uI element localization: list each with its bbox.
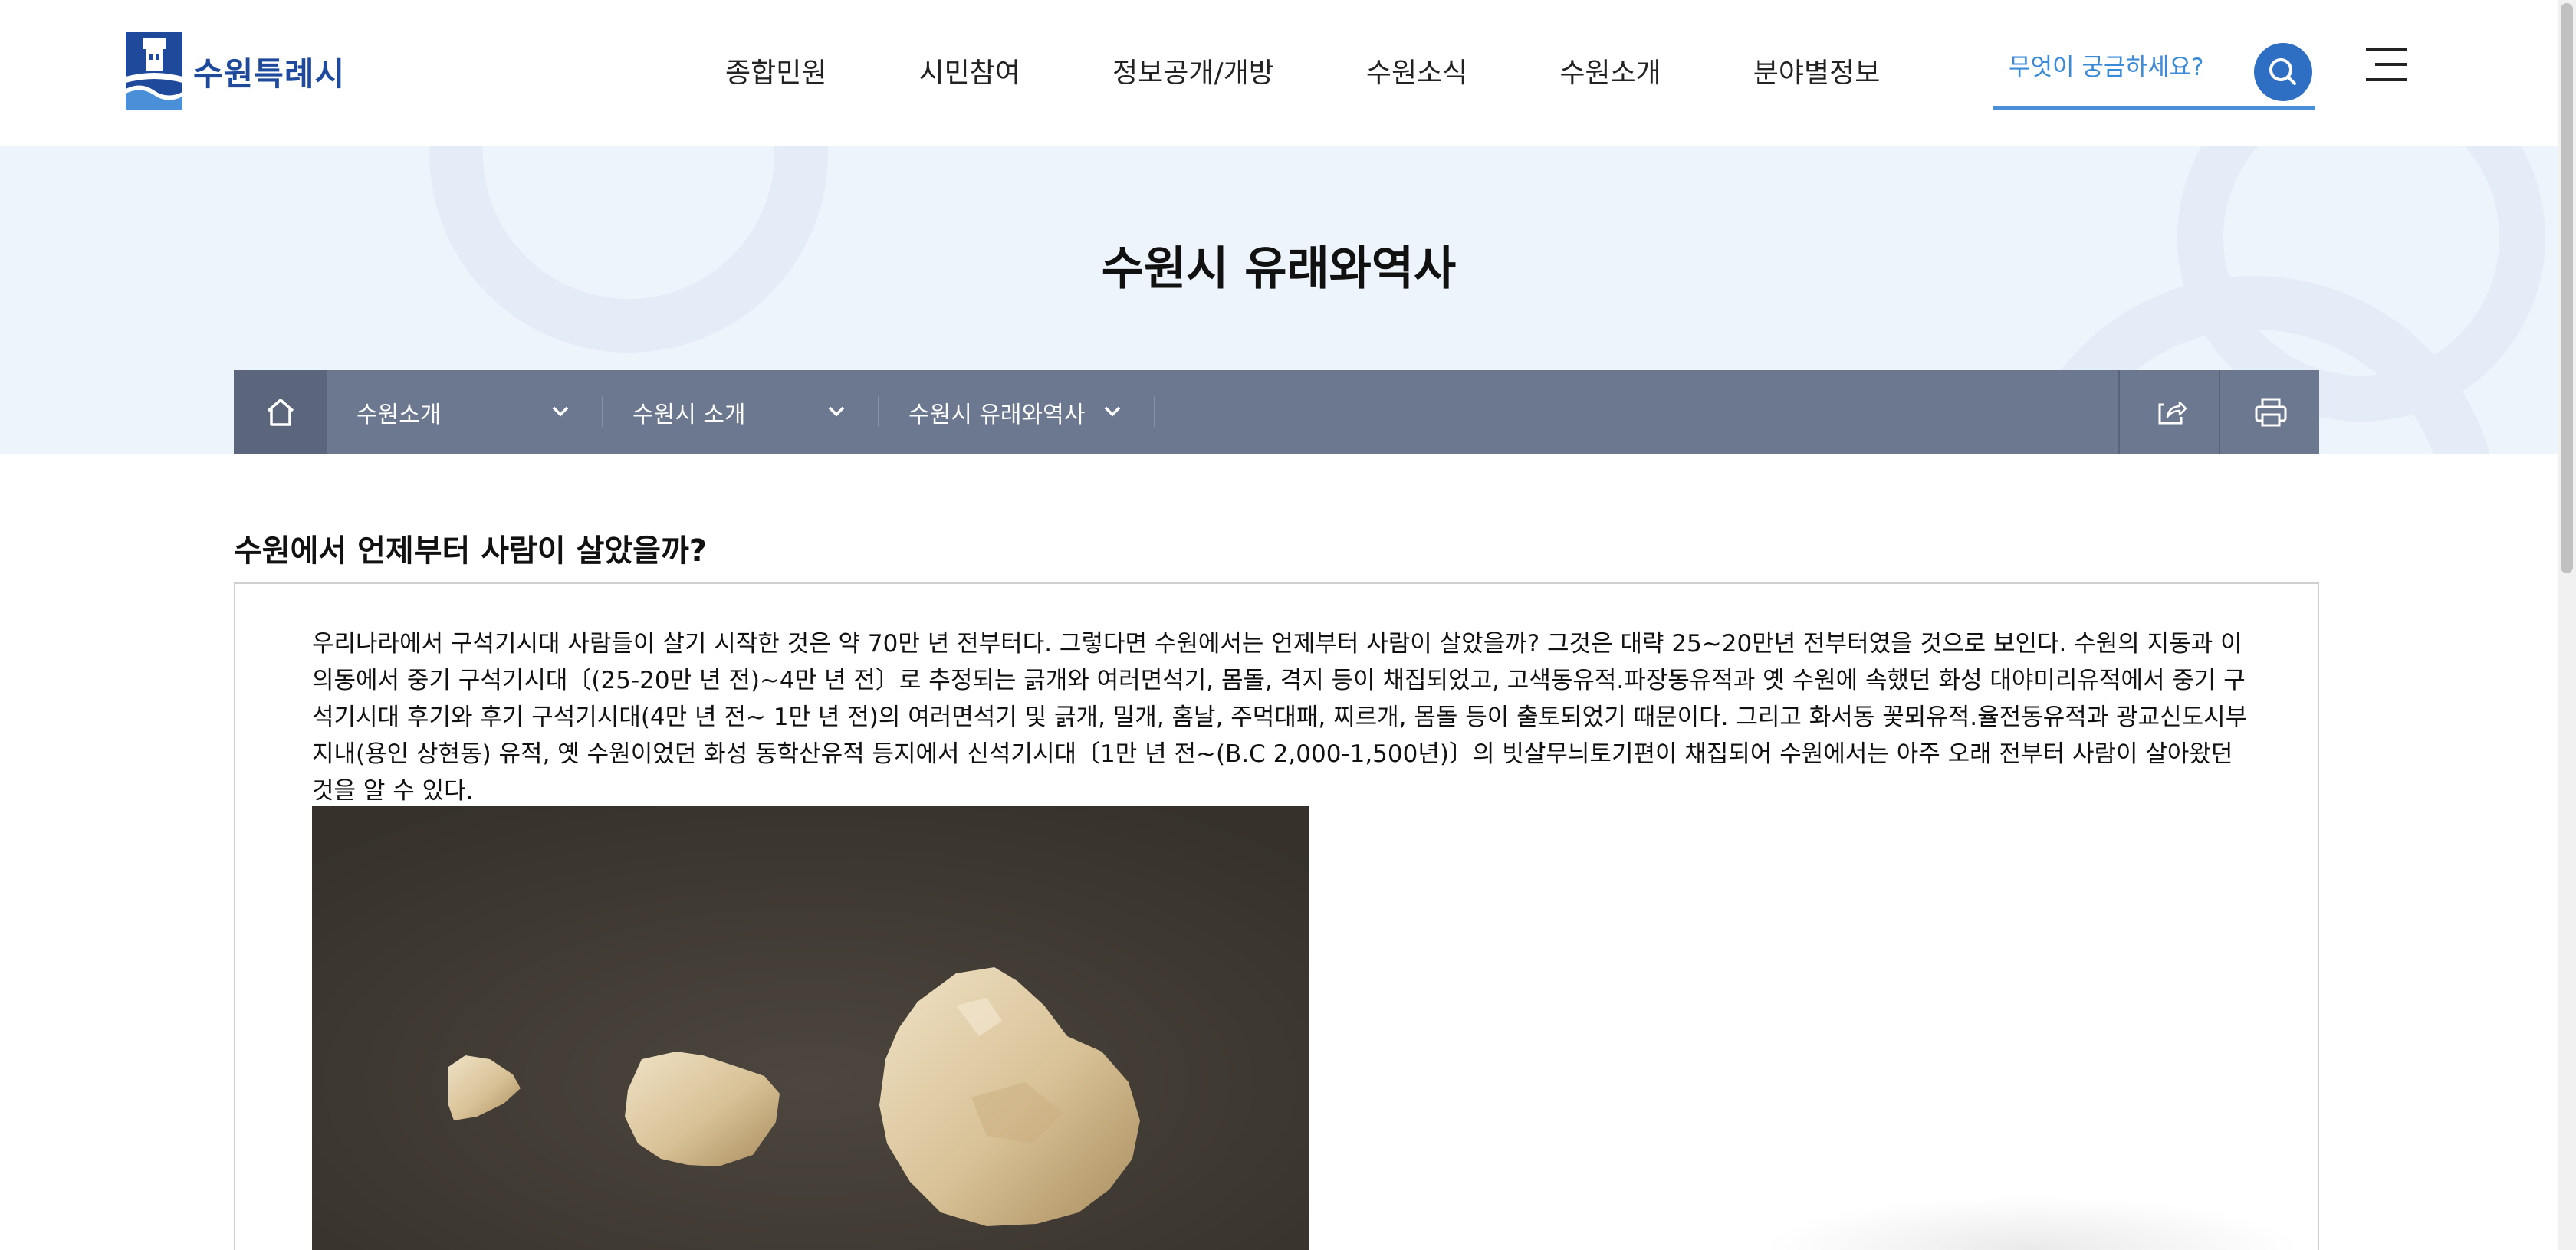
page-scrollbar[interactable]	[2558, 0, 2576, 1250]
page-title: 수원시 유래와역사	[1101, 242, 1457, 296]
search-icon	[2269, 58, 2296, 85]
location-spacer	[1155, 370, 2118, 454]
stone-tools-image	[312, 806, 1309, 1250]
location-depth2[interactable]: 수원시 소개	[603, 370, 879, 454]
chevron-down-icon	[828, 406, 845, 417]
location-depth2-label: 수원시 소개	[632, 401, 746, 428]
home-icon	[267, 399, 294, 426]
location-depth1[interactable]: 수원소개	[327, 370, 603, 454]
search-box	[1993, 40, 2315, 110]
home-button[interactable]	[234, 370, 327, 454]
logo-text: 수원특례시	[193, 54, 346, 93]
stone-tools-photo	[312, 806, 1309, 1250]
suwon-logo-icon	[126, 32, 182, 110]
nav-item-news[interactable]: 수원소식	[1366, 51, 1467, 90]
nav-item-information[interactable]: 정보공개/개방	[1112, 51, 1274, 90]
chevron-down-icon	[1104, 406, 1121, 417]
site-header: 수원특례시 종합민원 시민참여 정보공개/개방 수원소식 수원소개 분야별정보	[0, 0, 2558, 146]
section-title: 수원에서 언제부터 사람이 살았을까?	[234, 533, 707, 569]
nav-item-participation[interactable]: 시민참여	[918, 51, 1020, 90]
print-button[interactable]	[2219, 370, 2319, 454]
chevron-down-icon	[552, 406, 569, 417]
history-paragraph: 우리나라에서 구석기시대 사람들이 살기 시작한 것은 약 70만 년 전부터다…	[312, 630, 2248, 805]
location-depth1-label: 수원소개	[356, 401, 442, 428]
nav-item-civil-service[interactable]: 종합민원	[725, 51, 826, 90]
content-box: 우리나라에서 구석기시대 사람들이 살기 시작한 것은 약 70만 년 전부터다…	[234, 582, 2319, 1250]
share-icon	[2158, 401, 2187, 425]
search-button[interactable]	[2254, 43, 2312, 101]
print-icon	[2255, 398, 2287, 427]
location-depth3-label: 수원시 유래와역사	[909, 401, 1086, 428]
hamburger-icon[interactable]	[2366, 46, 2407, 83]
main-nav: 종합민원 시민참여 정보공개/개방 수원소식 수원소개 분야별정보	[725, 51, 1880, 90]
search-input[interactable]	[2009, 48, 2239, 87]
share-button[interactable]	[2118, 370, 2219, 454]
location-depth3[interactable]: 수원시 유래와역사	[879, 370, 1155, 454]
location-bar: 수원소개 수원시 소개 수원시 유래와역사	[234, 370, 2319, 454]
nav-item-about[interactable]: 수원소개	[1559, 51, 1661, 90]
scrollbar-thumb[interactable]	[2561, 3, 2573, 573]
bottom-shadow	[1763, 1196, 2300, 1250]
nav-item-fields[interactable]: 분야별정보	[1753, 51, 1881, 90]
site-logo[interactable]: 수원특례시	[126, 32, 345, 110]
